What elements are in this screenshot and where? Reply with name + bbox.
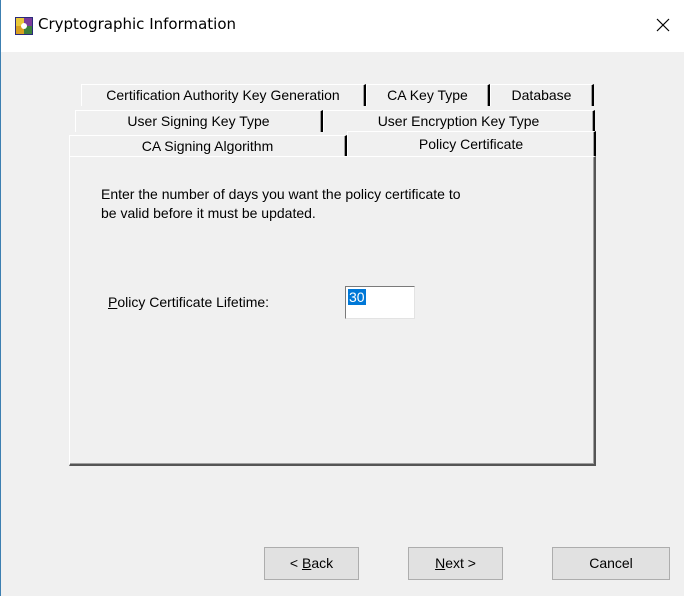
tab-user-encryption-key-type[interactable]: User Encryption Key Type: [323, 110, 595, 132]
certificate-app-icon: [15, 17, 33, 35]
lifetime-label-mnemonic: P: [108, 294, 118, 310]
lifetime-label: Policy Certificate Lifetime:: [108, 294, 269, 310]
tab-policy-certificate[interactable]: Policy Certificate: [347, 131, 596, 156]
back-button[interactable]: < Back: [264, 547, 359, 580]
panel-divider: [69, 156, 347, 157]
title-bar: Cryptographic Information: [1, 0, 684, 52]
tab-ca-key-type[interactable]: CA Key Type: [366, 84, 490, 106]
back-prefix: <: [289, 555, 302, 571]
tab-ca-signing-algorithm[interactable]: CA Signing Algorithm: [69, 135, 347, 157]
tab-ca-key-generation[interactable]: Certification Authority Key Generation: [81, 84, 366, 106]
back-mnemonic: B: [301, 555, 312, 571]
next-mnemonic: N: [435, 555, 446, 571]
tab-database[interactable]: Database: [490, 84, 594, 106]
cancel-button[interactable]: Cancel: [552, 547, 670, 580]
close-icon: [656, 18, 670, 32]
close-button[interactable]: [649, 10, 679, 40]
description-text: Enter the number of days you want the po…: [101, 186, 461, 221]
dialog-window: Cryptographic Information Certification …: [0, 0, 684, 596]
lifetime-value: 30: [348, 289, 366, 305]
lifetime-input[interactable]: 30: [345, 286, 415, 319]
tab-user-signing-key-type[interactable]: User Signing Key Type: [75, 110, 323, 132]
window-title: Cryptographic Information: [38, 15, 237, 33]
lifetime-label-text: olicy Certificate Lifetime:: [117, 294, 270, 310]
back-label: ack: [311, 555, 334, 571]
next-button[interactable]: Next >: [408, 547, 503, 580]
next-label: ext >: [445, 555, 476, 571]
